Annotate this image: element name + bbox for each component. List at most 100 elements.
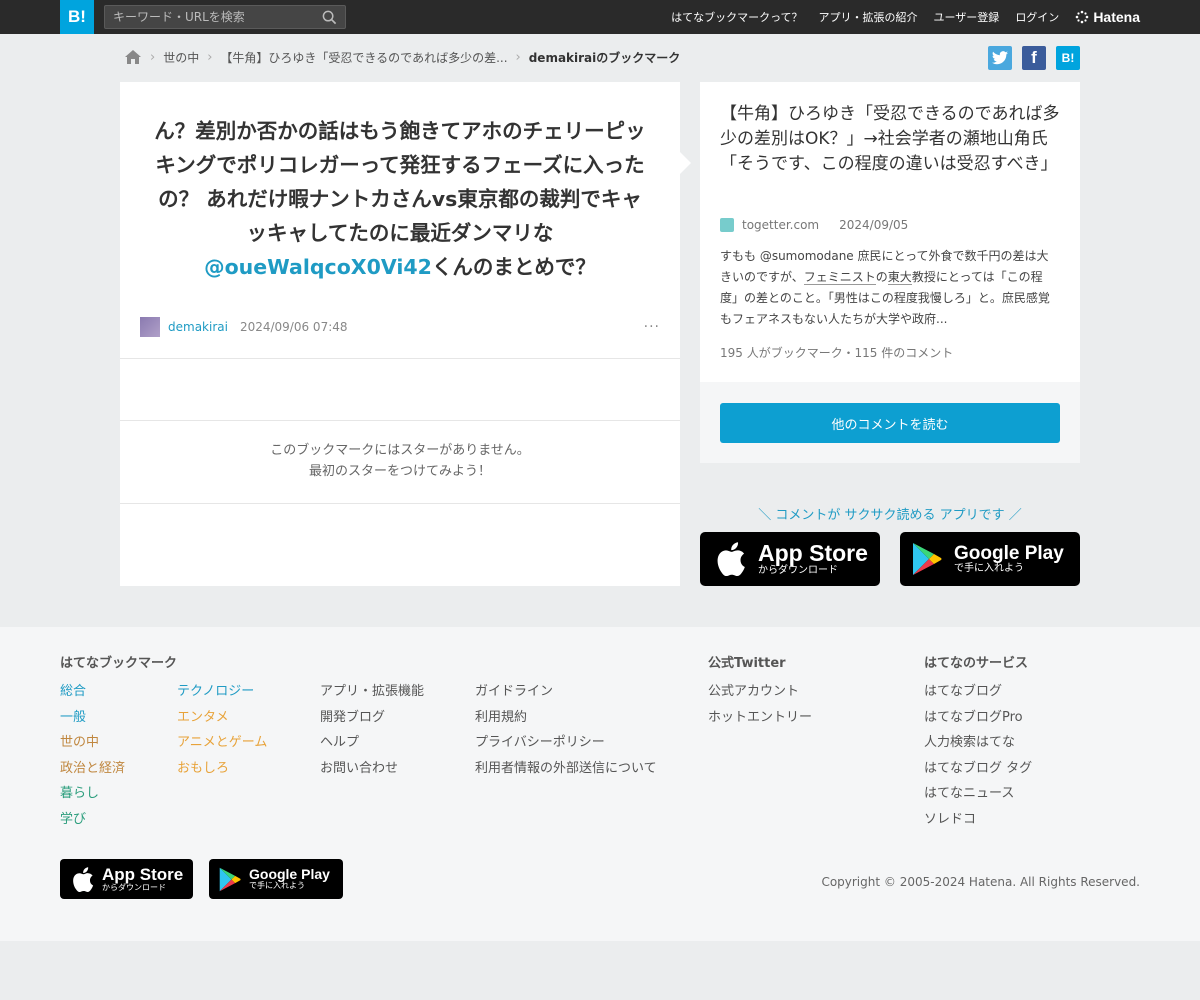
chevron-right-icon: › bbox=[150, 49, 156, 65]
breadcrumb-current: demakiraiのブックマーク bbox=[528, 50, 681, 65]
footer-link[interactable]: 利用規約 bbox=[475, 705, 657, 731]
entry-date: 2024/09/05 bbox=[839, 218, 909, 232]
footer-link[interactable]: お問い合わせ bbox=[320, 756, 424, 782]
footer-link[interactable]: ソレドコ bbox=[924, 807, 1032, 833]
footer-link[interactable]: 世の中 bbox=[60, 730, 125, 756]
divider bbox=[120, 358, 680, 359]
footer-link[interactable]: はてなニュース bbox=[924, 781, 1032, 807]
chevron-right-icon: › bbox=[515, 49, 521, 65]
nav-about[interactable]: はてなブックマークって？ bbox=[671, 9, 802, 25]
card-pointer bbox=[680, 152, 691, 174]
footer-link[interactable]: アプリ・拡張機能 bbox=[320, 679, 424, 705]
no-star-line2: 最初のスターをつけてみよう！ bbox=[308, 464, 491, 479]
keyword-link[interactable]: 東大 bbox=[887, 270, 912, 285]
app-promo-text: ＼ コメントが サクサク読める アプリです ／ bbox=[758, 508, 1022, 523]
footer-link[interactable]: 一般 bbox=[60, 705, 125, 731]
top-nav: はてなブックマークって？ アプリ・拡張の紹介 ユーザー登録 ログイン Haten… bbox=[671, 0, 1140, 34]
divider bbox=[120, 420, 680, 421]
google-play-name: Google Play bbox=[249, 866, 330, 883]
bookmark-datetime[interactable]: 2024/09/06 07:48 bbox=[240, 320, 348, 334]
footer-link[interactable]: 暮らし bbox=[60, 781, 125, 807]
footer-info-col: アプリ・拡張機能 開発ブログ ヘルプ お問い合わせ bbox=[320, 679, 424, 781]
footer-heading-twitter: 公式Twitter bbox=[708, 656, 786, 671]
share-buttons: f B! bbox=[988, 46, 1080, 70]
footer-link[interactable]: はてなブログ タグ bbox=[924, 756, 1032, 782]
home-icon[interactable] bbox=[124, 49, 142, 65]
apple-icon bbox=[73, 866, 94, 892]
top-bar: B! はてなブックマークって？ アプリ・拡張の紹介 ユーザー登録 ログイン Ha… bbox=[0, 0, 1200, 34]
footer-link[interactable]: はてなブログPro bbox=[924, 705, 1032, 731]
footer-link[interactable]: ヘルプ bbox=[320, 730, 424, 756]
chevron-right-icon: › bbox=[207, 49, 213, 65]
facebook-share-button[interactable]: f bbox=[1022, 46, 1046, 70]
more-menu-icon[interactable]: ··· bbox=[644, 319, 660, 335]
footer-link[interactable]: ガイドライン bbox=[475, 679, 657, 705]
app-store-badge[interactable]: App Store からダウンロード bbox=[700, 532, 880, 586]
google-play-sub: で手に入れよう bbox=[954, 562, 1024, 574]
footer-link[interactable]: 総合 bbox=[60, 679, 125, 705]
footer-link[interactable]: おもしろ bbox=[177, 756, 267, 782]
entry-source: togetter.com 2024/09/05 bbox=[720, 218, 908, 232]
hatena-brand[interactable]: Hatena bbox=[1075, 9, 1140, 25]
google-play-badge[interactable]: Google Play で手に入れよう bbox=[900, 532, 1080, 586]
bookmark-card: ん？差別か否かの話はもう飽きてアホのチェリーピッキングでポリコレガーって発狂する… bbox=[120, 82, 680, 586]
breadcrumb-category[interactable]: 世の中 bbox=[163, 49, 199, 66]
footer-policy-col: ガイドライン 利用規約 プライバシーポリシー 利用者情報の外部送信について bbox=[475, 679, 657, 781]
footer-link[interactable]: エンタメ bbox=[177, 705, 267, 731]
footer-link[interactable]: アニメとゲーム bbox=[177, 730, 267, 756]
footer-link[interactable]: はてなブログ bbox=[924, 679, 1032, 705]
app-store-name: App Store bbox=[102, 864, 184, 884]
hatena-b-icon: B! bbox=[1061, 51, 1075, 65]
search-icon[interactable] bbox=[322, 10, 337, 25]
footer-link[interactable]: 政治と経済 bbox=[60, 756, 125, 782]
google-play-name: Google Play bbox=[954, 542, 1064, 564]
footer-google-play-badge[interactable]: Google Play で手に入れよう bbox=[209, 859, 343, 899]
app-store-sub: からダウンロード bbox=[102, 882, 166, 892]
breadcrumb: › 世の中 › 【牛角】ひろゆき「受忍できるのであれば多少の差... › dem… bbox=[124, 46, 680, 68]
hatena-share-button[interactable]: B! bbox=[1056, 46, 1080, 70]
footer-services-col: はてなブログ はてなブログPro 人力検索はてな はてなブログ タグ はてなニュ… bbox=[924, 679, 1032, 833]
footer-link[interactable]: プライバシーポリシー bbox=[475, 730, 657, 756]
mention-link[interactable]: @oueWalqcoX0Vi42 bbox=[204, 255, 432, 279]
hatena-bookmark-logo[interactable]: B! bbox=[60, 0, 94, 34]
user-name-link[interactable]: demakirai bbox=[168, 320, 228, 334]
footer-link[interactable]: 公式アカウント bbox=[708, 679, 812, 705]
entry-card-footer: 他のコメントを読む bbox=[700, 382, 1080, 463]
nav-login[interactable]: ログイン bbox=[1015, 9, 1059, 25]
no-star-message: このブックマークにはスターがありません。 最初のスターをつけてみよう！ bbox=[120, 440, 680, 482]
footer-link[interactable]: ホットエントリー bbox=[708, 705, 812, 731]
site-favicon-icon bbox=[720, 218, 734, 232]
hatena-brand-label: Hatena bbox=[1093, 9, 1140, 25]
app-store-name: App Store bbox=[758, 539, 868, 566]
entry-title[interactable]: 【牛角】ひろゆき「受忍できるのであれば多少の差別はOK？」→社会学者の瀬地山角氏… bbox=[720, 102, 1065, 177]
footer-link[interactable]: 開発ブログ bbox=[320, 705, 424, 731]
footer-twitter-col: 公式アカウント ホットエントリー bbox=[708, 679, 812, 730]
footer-link[interactable]: 人力検索はてな bbox=[924, 730, 1032, 756]
copyright: Copyright © 2005-2024 Hatena. All Rights… bbox=[821, 875, 1140, 889]
search-box bbox=[104, 5, 346, 29]
footer-heading-bookmark: はてなブックマーク bbox=[60, 656, 178, 671]
footer-heading-services: はてなのサービス bbox=[924, 656, 1029, 671]
bookmark-comment: ん？差別か否かの話はもう飽きてアホのチェリーピッキングでポリコレガーって発狂する… bbox=[150, 114, 650, 284]
comment-text: ん？差別か否かの話はもう飽きてアホのチェリーピッキングでポリコレガーって発狂する… bbox=[154, 119, 646, 245]
footer-link[interactable]: 学び bbox=[60, 807, 125, 833]
read-comments-button[interactable]: 他のコメントを読む bbox=[720, 403, 1060, 443]
footer-app-store-badge[interactable]: App Store からダウンロード bbox=[60, 859, 193, 899]
comment-tail: くんのまとめで？ bbox=[431, 255, 596, 279]
google-play-icon bbox=[913, 543, 942, 575]
nav-apps[interactable]: アプリ・拡張の紹介 bbox=[819, 9, 918, 25]
entry-domain[interactable]: togetter.com bbox=[742, 218, 819, 232]
breadcrumb-entry[interactable]: 【牛角】ひろゆき「受忍できるのであれば多少の差... bbox=[220, 49, 507, 66]
nav-signup[interactable]: ユーザー登録 bbox=[934, 9, 1000, 25]
google-play-sub: で手に入れよう bbox=[249, 881, 305, 891]
keyword-link[interactable]: フェミニスト bbox=[803, 270, 876, 285]
search-input[interactable] bbox=[113, 9, 313, 25]
bookmark-counts[interactable]: 195 人がブックマーク・115 件のコメント bbox=[720, 344, 953, 361]
footer-link[interactable]: 利用者情報の外部送信について bbox=[475, 756, 657, 782]
twitter-share-button[interactable] bbox=[988, 46, 1012, 70]
avatar[interactable] bbox=[140, 317, 160, 337]
footer-link[interactable]: テクノロジー bbox=[177, 679, 267, 705]
footer-categories-col1: 総合 一般 世の中 政治と経済 暮らし 学び bbox=[60, 679, 125, 833]
entry-excerpt: すもも @sumomodane 庶民にとって外食で数千円の差は大きいのですが、フ… bbox=[720, 246, 1060, 330]
footer: はてなブックマーク 総合 一般 世の中 政治と経済 暮らし 学び テクノロジー … bbox=[0, 627, 1200, 941]
